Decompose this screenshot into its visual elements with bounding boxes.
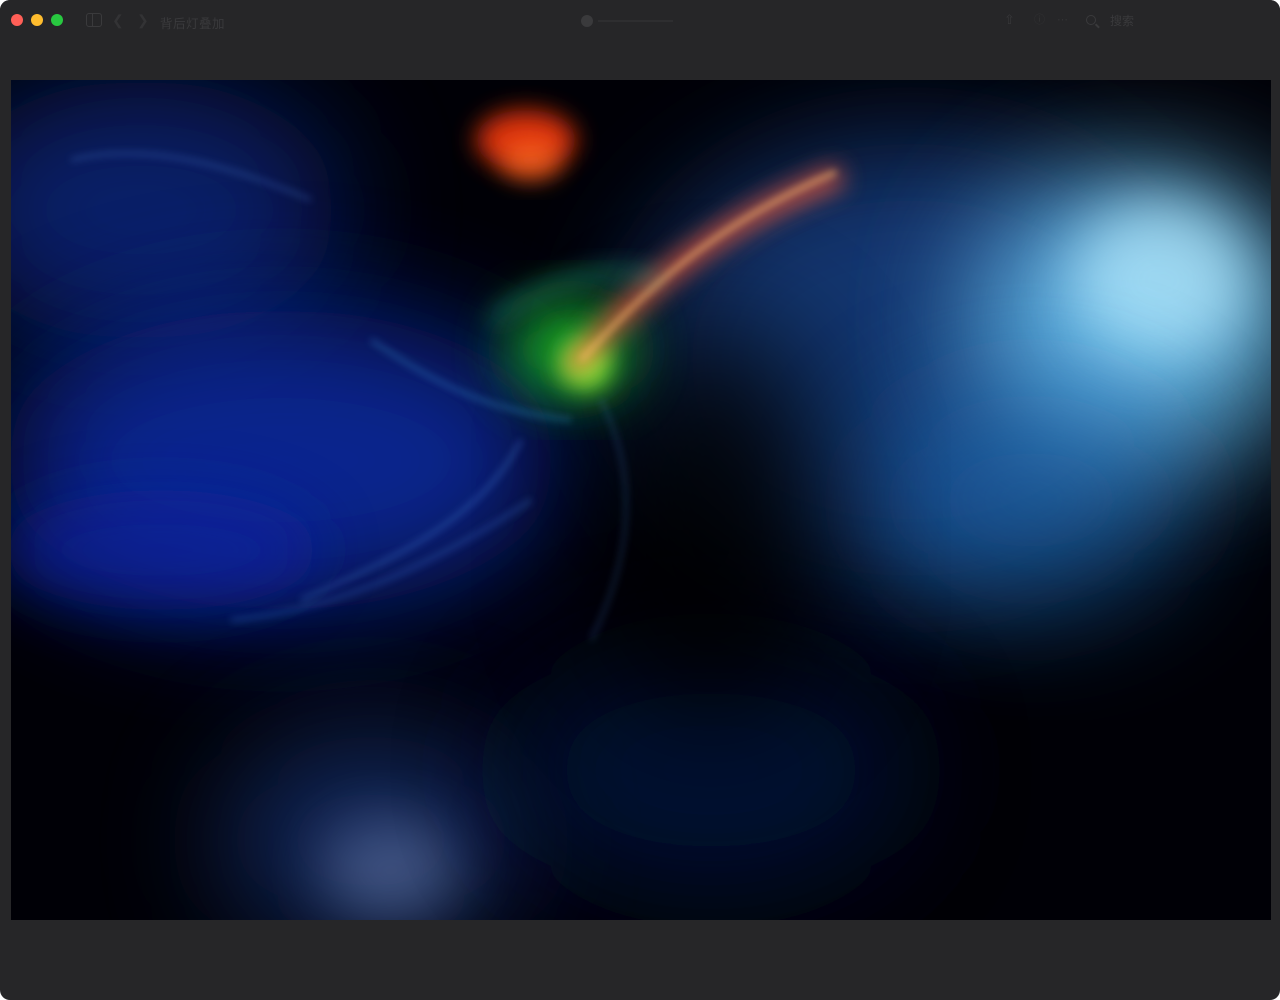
- chevron-left-icon[interactable]: ❮: [112, 12, 124, 28]
- maximize-window-button[interactable]: [51, 14, 63, 26]
- search-icon: [1086, 15, 1096, 25]
- more-icon[interactable]: ⋯: [1057, 12, 1068, 28]
- sidebar-icon[interactable]: [86, 13, 102, 27]
- search-label: 搜索: [1110, 13, 1135, 28]
- title-bar: ❮ ❯ 背后灯叠加 ⇧ ⓘ ⋯ 搜索: [0, 0, 1280, 42]
- record-indicator-icon: [581, 15, 593, 27]
- app-window: ❮ ❯ 背后灯叠加 ⇧ ⓘ ⋯ 搜索: [0, 0, 1280, 1000]
- share-icon[interactable]: ⇧: [1004, 12, 1015, 28]
- title-divider: [598, 20, 673, 22]
- window-title: 背后灯叠加: [160, 17, 226, 31]
- chevron-right-icon[interactable]: ❯: [137, 12, 149, 28]
- search-field[interactable]: 搜索: [1086, 11, 1134, 29]
- close-window-button[interactable]: [11, 14, 23, 26]
- info-icon[interactable]: ⓘ: [1034, 12, 1045, 28]
- nebula-image: [11, 80, 1271, 920]
- minimize-window-button[interactable]: [31, 14, 43, 26]
- preview-canvas[interactable]: [11, 80, 1271, 920]
